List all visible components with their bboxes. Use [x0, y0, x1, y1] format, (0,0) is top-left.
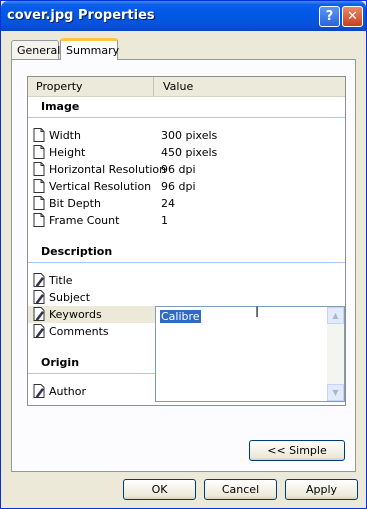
cancel-button[interactable]: Cancel [204, 479, 277, 500]
property-name: Width [49, 129, 81, 142]
close-button[interactable]: ✕ [342, 6, 363, 27]
edit-document-icon [33, 290, 45, 304]
ok-button[interactable]: OK [123, 479, 196, 500]
document-icon [33, 179, 45, 193]
property-value: 450 pixels [161, 146, 218, 159]
property-value: 96 dpi [161, 180, 196, 193]
column-header-property[interactable]: Property [28, 77, 154, 96]
property-value: 96 dpi [161, 163, 196, 176]
property-value: 300 pixels [161, 129, 218, 142]
property-name: Frame Count [49, 214, 120, 227]
property-name: Vertical Resolution [49, 180, 152, 193]
property-name: Keywords [49, 308, 102, 321]
keywords-editor[interactable]: Calibre ▲ ▼ [155, 306, 345, 402]
keywords-text[interactable]: Calibre [160, 310, 201, 323]
property-name: Height [49, 146, 86, 159]
divider [28, 373, 155, 374]
property-value: 1 [161, 214, 168, 227]
table-row[interactable]: Height 450 pixels [28, 144, 345, 161]
property-name: Bit Depth [49, 197, 101, 210]
help-icon: ? [325, 9, 334, 24]
title-bar[interactable]: cover.jpg Properties ? ✕ [1, 1, 366, 31]
window-title: cover.jpg Properties [7, 8, 155, 23]
table-row[interactable]: Vertical Resolution 96 dpi [28, 178, 345, 195]
tab-summary[interactable]: Summary [60, 38, 119, 60]
section-label: Origin [41, 356, 80, 369]
property-name: Author [49, 385, 87, 398]
table-row[interactable]: Subject [28, 289, 345, 306]
close-icon: ✕ [347, 9, 358, 24]
section-label: Description [41, 245, 113, 258]
document-icon [33, 145, 45, 159]
tab-general[interactable]: General [11, 40, 60, 59]
simple-button[interactable]: << Simple [249, 440, 345, 461]
scroll-down-button[interactable]: ▼ [327, 384, 344, 401]
grid-header: Property Value [28, 77, 345, 97]
table-row[interactable]: Frame Count 1 [28, 212, 345, 229]
property-name: Horizontal Resolution [49, 163, 167, 176]
table-row[interactable]: Horizontal Resolution 96 dpi [28, 161, 345, 178]
property-name: Title [49, 274, 73, 287]
edit-document-icon [33, 324, 45, 338]
section-description: Description [28, 243, 345, 263]
help-button[interactable]: ? [319, 6, 340, 27]
edit-document-icon [33, 384, 45, 398]
table-row[interactable]: Title [28, 272, 345, 289]
chevron-up-icon: ▲ [332, 311, 339, 320]
edit-document-icon [33, 307, 45, 321]
column-header-value[interactable]: Value [155, 77, 345, 96]
divider [28, 262, 345, 263]
table-row[interactable]: Width 300 pixels [28, 127, 345, 144]
text-cursor-icon: I [255, 305, 260, 321]
selected-text: Calibre [160, 310, 201, 323]
chevron-down-icon: ▼ [332, 388, 339, 397]
document-icon [33, 213, 45, 227]
apply-button[interactable]: Apply [285, 479, 358, 500]
property-value: 24 [161, 197, 175, 210]
document-icon [33, 162, 45, 176]
vertical-scrollbar[interactable]: ▲ ▼ [327, 307, 344, 401]
document-icon [33, 196, 45, 210]
section-image: Image [28, 98, 345, 118]
document-icon [33, 128, 45, 142]
properties-dialog: cover.jpg Properties ? ✕ General Summary… [0, 0, 367, 509]
property-name: Subject [49, 291, 91, 304]
property-name: Comments [49, 325, 109, 338]
scroll-up-button[interactable]: ▲ [327, 307, 344, 324]
divider [28, 117, 345, 118]
edit-document-icon [33, 273, 45, 287]
table-row[interactable]: Bit Depth 24 [28, 195, 345, 212]
section-label: Image [41, 100, 80, 113]
